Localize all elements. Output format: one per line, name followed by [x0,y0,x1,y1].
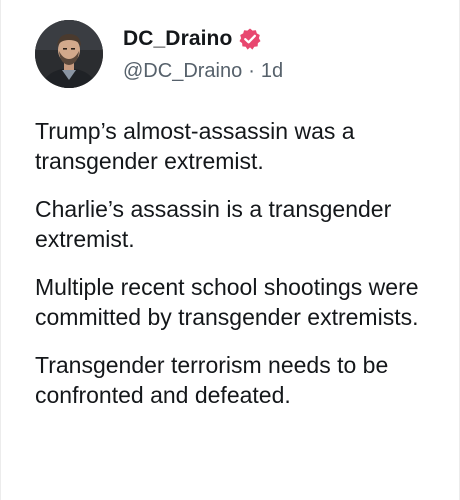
verified-badge-icon [238,27,262,51]
avatar[interactable] [35,20,103,88]
author-display-name[interactable]: DC_Draino [123,27,232,51]
avatar-photo-icon [35,20,103,88]
author-info: DC_Draino @DC_Draino · 1d [123,24,283,83]
name-row: DC_Draino [123,24,283,54]
meta-separator: · [248,60,255,82]
post-paragraph: Transgender terrorism needs to be confro… [35,352,389,408]
post-body: Trump’s almost-assassin was a transgende… [35,116,447,428]
author-handle[interactable]: @DC_Draino [123,60,242,83]
post-paragraph: Trump’s almost-assassin was a transgende… [35,118,355,174]
post-header: DC_Draino @DC_Draino · 1d [35,20,283,88]
meta-row: @DC_Draino · 1d [123,60,283,83]
post-timestamp[interactable]: 1d [261,60,283,83]
post-paragraph: Multiple recent school shootings were co… [35,274,419,330]
post-paragraph: Charlie’s assassin is a transgender extr… [35,196,392,252]
post-card: DC_Draino @DC_Draino · 1d Trump’s almost… [0,0,460,500]
